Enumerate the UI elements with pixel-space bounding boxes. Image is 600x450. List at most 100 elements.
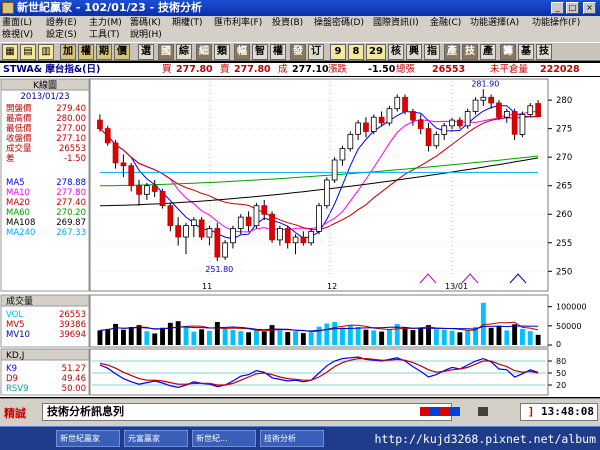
toolbar-btn-4[interactable]: 價 bbox=[114, 44, 130, 60]
toolbar-btn-11[interactable]: 智 bbox=[252, 44, 268, 60]
candle-50 bbox=[488, 96, 495, 104]
task-button-2[interactable]: 元富贏家 bbox=[124, 430, 188, 447]
vol-value-2: 39694 bbox=[59, 330, 86, 340]
toolbar-btn-16[interactable]: 8 bbox=[348, 44, 364, 60]
volume-bar-0 bbox=[97, 330, 103, 345]
deal-price: 277.10 bbox=[292, 64, 329, 75]
toolbar-btn-24[interactable]: 籌 bbox=[500, 44, 516, 60]
volume-value: 26553 bbox=[432, 64, 466, 75]
close-icon[interactable]: × bbox=[583, 2, 596, 14]
menu-options[interactable]: 期權(T) bbox=[172, 17, 203, 29]
toolbar-ticker-icon[interactable]: ▤ bbox=[20, 44, 36, 60]
vol-label-1: MV5 bbox=[6, 320, 25, 330]
toolbar-btn-12[interactable]: 權 bbox=[270, 44, 286, 60]
volume-bar-25 bbox=[293, 331, 298, 345]
task-button-3[interactable]: 新世紀... bbox=[192, 430, 256, 447]
ma-value-2: 277.40 bbox=[56, 198, 86, 208]
pause-icon[interactable] bbox=[478, 407, 488, 416]
toolbar-btn-20[interactable]: 指 bbox=[424, 44, 440, 60]
candle-42 bbox=[425, 128, 432, 147]
candle-39 bbox=[402, 96, 408, 112]
high-annotation: 281.90 bbox=[471, 79, 499, 88]
legend-date: 2013/01/23 bbox=[21, 92, 70, 102]
vol-label-2: MV10 bbox=[6, 330, 30, 340]
menu-chips[interactable]: 籌碼(K) bbox=[130, 17, 161, 29]
volume-bar-54 bbox=[520, 328, 525, 345]
menu-securities[interactable]: 證券(E) bbox=[46, 17, 77, 29]
toolbar-btn-5[interactable]: 選 bbox=[138, 44, 154, 60]
volume-bar-21 bbox=[261, 331, 267, 345]
toolbar-btn-14[interactable]: 订 bbox=[308, 44, 324, 60]
maximize-icon[interactable]: □ bbox=[566, 2, 579, 14]
menu-trading-code[interactable]: 操盤密碼(D) bbox=[314, 17, 364, 29]
ohlc-label-0: 開盤價 bbox=[6, 103, 32, 114]
kd-value-1: 49.46 bbox=[62, 374, 86, 384]
task-button-1[interactable]: 新世紀贏家 bbox=[56, 430, 120, 447]
toolbar-chart-icon[interactable]: ▥ bbox=[38, 44, 54, 60]
toolbar-btn-25[interactable]: 基 bbox=[518, 44, 534, 60]
price-tick-label-2: 270 bbox=[556, 153, 572, 163]
toolbar-btn-19[interactable]: 興 bbox=[406, 44, 422, 60]
candle-20 bbox=[253, 205, 260, 227]
minimize-icon[interactable]: _ bbox=[551, 2, 564, 14]
quote-bar: STWA& 摩台指&(日) 買 277.80 賣 277.80 成 277.10… bbox=[0, 63, 600, 76]
candle-27 bbox=[308, 230, 315, 244]
menu-forex[interactable]: 匯市利率(F) bbox=[214, 17, 262, 29]
toolbar-btn-18[interactable]: 核 bbox=[388, 44, 404, 60]
ma-label-3: MA60 bbox=[6, 208, 30, 218]
volume-bar-50 bbox=[488, 327, 494, 346]
signal-indicator-icon bbox=[420, 407, 460, 416]
toolbar-btn-10[interactable]: 幅 bbox=[234, 44, 250, 60]
ma-label-5: MA240 bbox=[6, 228, 35, 238]
volume-bar-37 bbox=[387, 328, 392, 345]
date-label-jan: 13/01 bbox=[445, 282, 468, 291]
toolbar-btn-9[interactable]: 類 bbox=[214, 44, 230, 60]
toolbar-btn-7[interactable]: 綜 bbox=[176, 44, 192, 60]
toolbar-btn-6[interactable]: 國 bbox=[158, 44, 174, 60]
toolbar-btn-2[interactable]: 權 bbox=[78, 44, 94, 60]
ohlc-label-2: 最低價 bbox=[6, 123, 32, 134]
volume-legend-header: 成交量 bbox=[6, 295, 33, 307]
toolbar-btn-21[interactable]: 產 bbox=[444, 44, 460, 60]
kd-panel bbox=[89, 348, 549, 396]
menu-view[interactable]: 檢視(V) bbox=[2, 29, 33, 41]
toolbar-btn-26[interactable]: 技 bbox=[536, 44, 552, 60]
menu-tools[interactable]: 工具(T) bbox=[89, 29, 120, 41]
toolbar-btn-17[interactable]: 29 bbox=[366, 44, 386, 60]
volume-tick-label-2: 0 bbox=[556, 340, 561, 349]
toolbar-btn-22[interactable]: 技 bbox=[462, 44, 478, 60]
vol-value-0: 26553 bbox=[59, 310, 86, 320]
toolbar-btn-8[interactable]: 細 bbox=[196, 44, 212, 60]
task-button-4[interactable]: 技術分析 bbox=[260, 430, 324, 447]
price-panel bbox=[89, 78, 549, 292]
kd-value-2: 50.00 bbox=[62, 384, 86, 394]
menu-settings[interactable]: 設定(S) bbox=[46, 29, 77, 41]
toolbar-btn-23[interactable]: 產 bbox=[480, 44, 496, 60]
toolbar-btn-15[interactable]: 9 bbox=[330, 44, 346, 60]
window-title: 新世紀贏家 - 102/01/23 - 技術分析 bbox=[17, 1, 203, 14]
change-label: 漲跌 bbox=[328, 64, 348, 75]
menu-major[interactable]: 主力(M) bbox=[89, 17, 122, 29]
candle-14 bbox=[206, 228, 213, 238]
candle-47 bbox=[464, 111, 471, 127]
status-bar: 精誠 技術分析訊息列 ] 13:48:08 bbox=[0, 398, 600, 426]
volume-bar-30 bbox=[332, 322, 338, 345]
toolbar-btn-13[interactable]: 發 bbox=[290, 44, 306, 60]
toolbar-grid-icon[interactable]: ▦ bbox=[2, 44, 18, 60]
menu-invest[interactable]: 投資(B) bbox=[272, 17, 303, 29]
chart-svg[interactable]: K線圖 2013/01/23 開盤價 279.40 最高價 280.00 最低價 277.… bbox=[0, 77, 600, 397]
menu-screen[interactable]: 畫面(L) bbox=[2, 17, 32, 29]
menu-function-select[interactable]: 功能選擇(A) bbox=[470, 17, 519, 29]
menu-function-operate[interactable]: 功能操作(F) bbox=[532, 17, 580, 29]
kd-value-0: 51.27 bbox=[62, 364, 86, 374]
candle-35 bbox=[370, 116, 377, 132]
price-tick-label-5: 255 bbox=[556, 239, 572, 249]
menu-finance[interactable]: 金融(C) bbox=[430, 17, 461, 29]
date-label-dec: 12 bbox=[327, 282, 337, 291]
volume-bar-7 bbox=[152, 333, 158, 345]
menu-help[interactable]: 說明(H) bbox=[130, 29, 162, 41]
menu-international[interactable]: 國際資訊(I) bbox=[373, 17, 419, 29]
toolbar-btn-1[interactable]: 加 bbox=[60, 44, 76, 60]
candle-5 bbox=[136, 185, 142, 195]
toolbar-btn-3[interactable]: 期 bbox=[96, 44, 112, 60]
